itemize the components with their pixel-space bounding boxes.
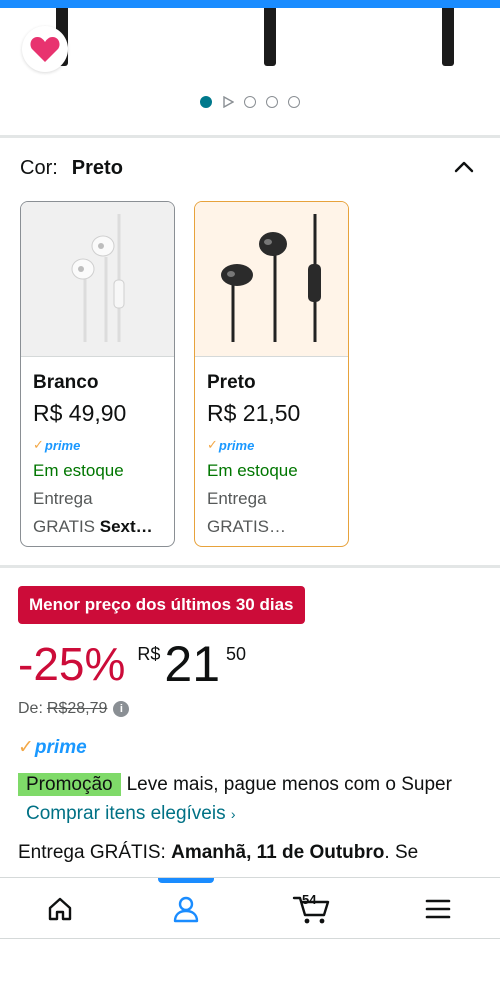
list-price-label: De: [18,700,43,717]
delivery-date: Amanhã, 11 de Outubro [171,842,385,863]
option-price: R$ 21,50 [207,400,301,426]
option-name: Preto [207,372,256,393]
prime-check-icon: ✓ [18,737,34,758]
delivery-label: Entrega [207,489,267,508]
stock-status: Em estoque [33,461,124,480]
delivery-message: Entrega GRÁTIS: Amanhã, 11 de Outubro. S… [18,842,419,863]
discount-percent: -25% [18,638,126,690]
earphone-cord-image [442,8,454,66]
nav-menu[interactable] [408,878,468,940]
wishlist-button[interactable] [22,26,68,72]
price-cents: 50 [226,644,247,664]
price-whole: 21 [164,636,221,692]
cart-count-badge: 54 [302,892,317,907]
color-option-preto[interactable]: Preto R$ 21,50 ✓ prime Em estoque Entrega… [194,201,349,547]
option-price: R$ 49,90 [33,400,127,426]
gallery-dot-active[interactable] [200,96,212,108]
home-icon [48,897,72,921]
chevron-right-icon: › [230,806,236,822]
product-image-gallery[interactable] [0,8,500,136]
deal-badge: Menor preço dos últimos 30 dias [18,586,305,624]
prime-check-icon: ✓ [33,437,44,452]
price-currency: R$ [137,644,161,664]
nav-cart[interactable] [282,878,342,940]
top-accent-bar [0,0,500,8]
gallery-pagination[interactable] [0,96,500,108]
color-option-branco[interactable]: Branco R$ 49,90 ✓ prime Em estoque Entreg… [20,201,175,547]
promotion-link[interactable]: Comprar itens elegíveis › [26,803,236,824]
price-block: -25% R$ 21 50 [18,636,246,692]
gallery-dot[interactable] [244,96,256,108]
bottom-navigation: 54 [0,877,500,939]
hamburger-menu-icon [425,899,451,919]
prime-logo: ✓ prime [18,736,87,759]
list-price: De: R$28,79 i [18,700,130,718]
color-selected-value: Preto [71,156,123,179]
stock-status: Em estoque [207,461,298,480]
delivery-label: Entrega [33,489,93,508]
prime-badge: ✓ prime [33,437,81,453]
video-play-icon[interactable] [222,96,234,108]
promotion-text: Leve mais, pague menos com o Super [126,774,452,795]
delivery-info: GRATIS… [207,517,287,536]
heart-icon [30,37,60,62]
list-price-value: R$28,79 [46,700,108,717]
account-icon [173,896,199,923]
section-divider [0,135,500,138]
earphone-cord-image [264,8,276,66]
color-selector-header[interactable]: Cor: Preto [20,153,480,183]
option-name: Branco [33,372,99,393]
info-icon[interactable]: i [113,701,130,717]
gallery-dot[interactable] [288,96,300,108]
product-thumbnail-black [195,202,348,357]
nav-home[interactable] [30,878,90,940]
chevron-up-icon[interactable] [454,157,474,180]
delivery-info: GRATIS Sext… [33,517,153,536]
prime-badge: ✓ prime [207,437,255,453]
color-label: Cor: [20,156,58,179]
gallery-dot[interactable] [266,96,278,108]
section-divider [0,565,500,568]
product-thumbnail-white [21,202,174,357]
promotion-block: Promoção Leve mais, pague menos com o Sup… [18,770,480,829]
nav-account[interactable] [156,878,216,940]
prime-check-icon: ✓ [207,437,218,452]
promotion-tag: Promoção [18,773,121,796]
